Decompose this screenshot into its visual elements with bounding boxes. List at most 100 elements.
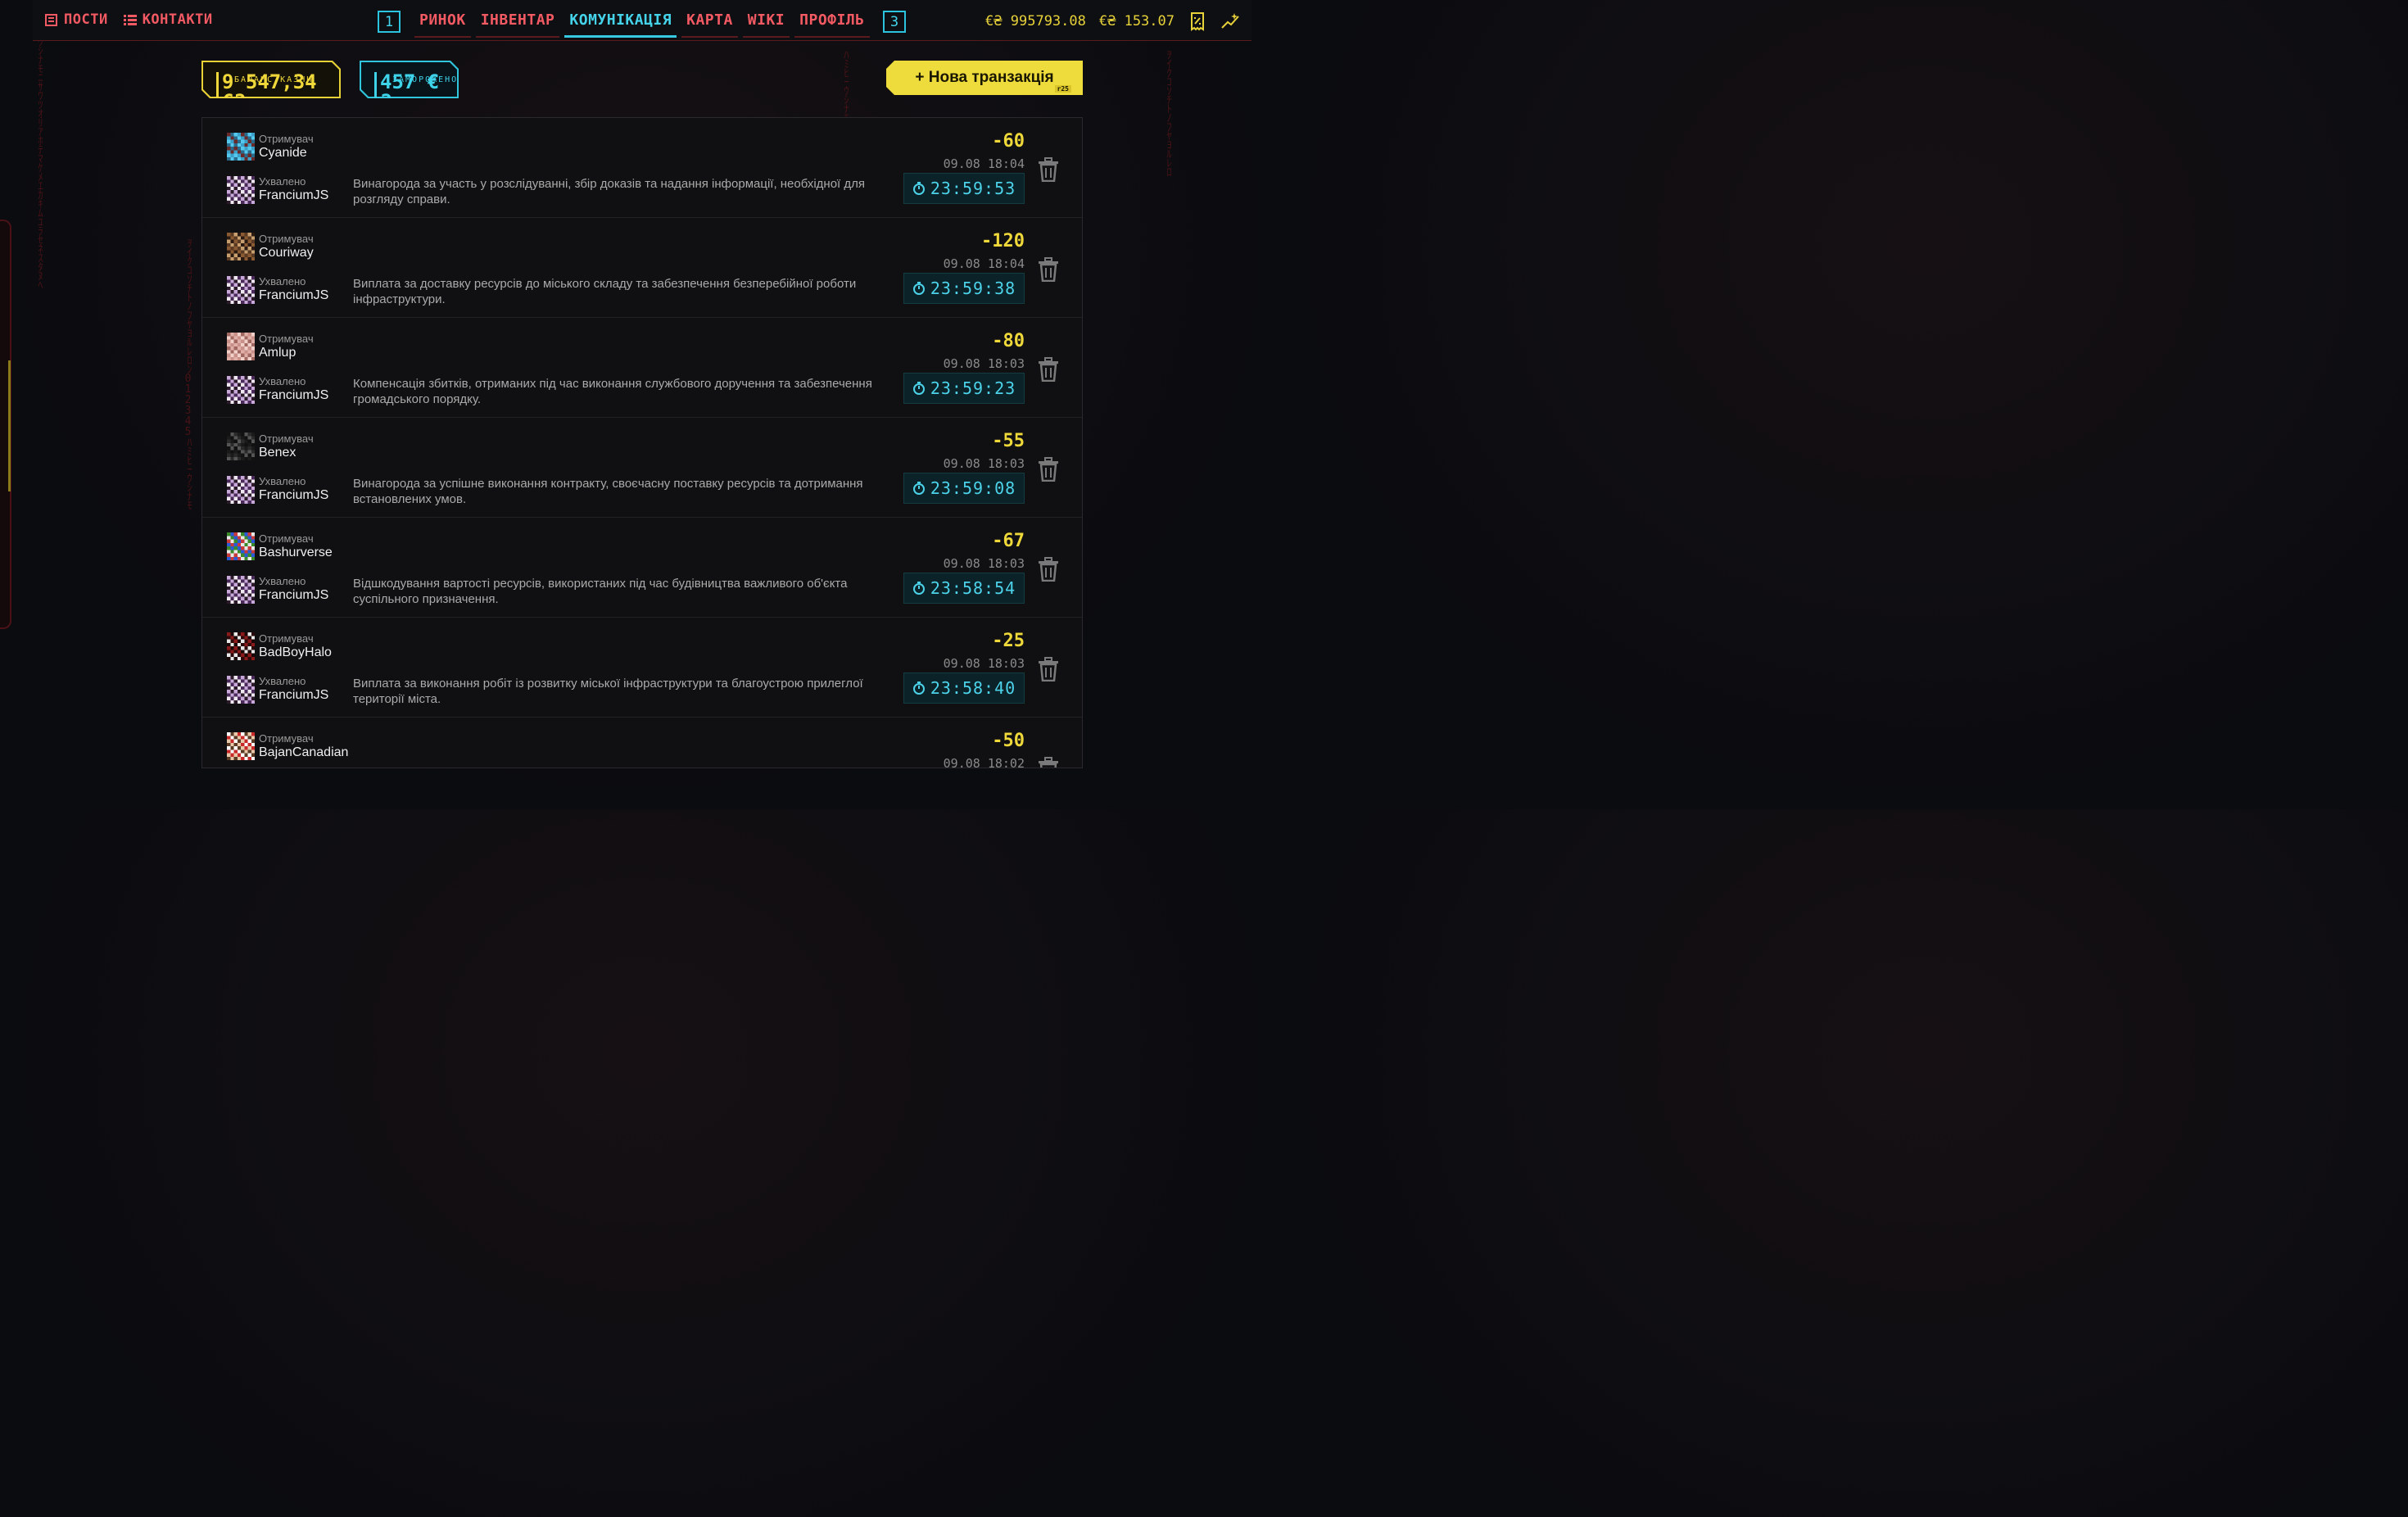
approver-name[interactable]: FranciumJS: [259, 487, 328, 503]
recipient-name[interactable]: Cyanide: [259, 145, 314, 161]
approver-avatar: [227, 676, 255, 704]
treasury-balance-label: БАЛАНС КАЗНИ: [234, 75, 314, 84]
timer-value: 23:58:40: [930, 678, 1016, 698]
tab-market[interactable]: РИНОК: [414, 11, 471, 38]
balances: €₴ 995793.08 €₴ 153.07: [985, 11, 1240, 31]
contacts-link-label: КОНТАКТИ: [142, 11, 213, 28]
treasury-balance-badge: БАЛАНС КАЗНИ 9 547,34 €₴: [201, 61, 341, 98]
recipient-name[interactable]: Amlup: [259, 345, 314, 360]
stopwatch-icon: [912, 682, 925, 695]
recipient-name[interactable]: BajanCanadian: [259, 745, 348, 760]
recipient-avatar: [227, 732, 255, 760]
delete-trash-icon[interactable]: [1038, 257, 1059, 282]
decorative-glyph-column: ｦｲｸｺｿﾁﾄﾉﾌﾔﾖﾙﾚﾛ: [1161, 49, 1173, 175]
recipient-avatar: [227, 133, 255, 161]
delete-trash-icon[interactable]: [1038, 157, 1059, 182]
transaction-row: Отримувач BadBoyHalo Ухвалено FranciumJS…: [202, 618, 1082, 718]
tab-map[interactable]: КАРТА: [681, 11, 738, 38]
recipient-name[interactable]: Bashurverse: [259, 545, 333, 560]
transaction-timer: 23:59:53: [903, 173, 1025, 204]
recipient-caption: Отримувач: [259, 732, 314, 745]
transaction-description: Винагорода за участь у розслідуванні, зб…: [353, 177, 866, 206]
delete-trash-icon[interactable]: [1038, 357, 1059, 382]
transaction-list: Отримувач Cyanide Ухвалено FranciumJS Ви…: [201, 117, 1083, 768]
approver-avatar: [227, 276, 255, 304]
transaction-amount: -25: [992, 631, 1025, 651]
transaction-row: Отримувач Benex Ухвалено FranciumJS Вина…: [202, 418, 1082, 518]
top-left-links: ПОСТИ КОНТАКТИ: [44, 11, 213, 28]
discount-icon[interactable]: [1188, 11, 1207, 31]
tab-inventory[interactable]: ІНВЕНТАР: [475, 11, 560, 38]
contacts-link[interactable]: КОНТАКТИ: [123, 11, 213, 28]
transaction-timer: 23:59:38: [903, 273, 1025, 304]
transaction-timer: 23:58:40: [903, 672, 1025, 704]
decorative-glyph-column: ｦｲｸｺｿﾁﾄﾉﾌﾔﾖﾙﾚﾛﾝ012345ﾊﾐﾋｰｳｼﾅﾓ: [182, 238, 193, 509]
delete-trash-icon[interactable]: [1038, 557, 1059, 582]
timer-value: 23:59:23: [930, 378, 1016, 398]
approver-name[interactable]: FranciumJS: [259, 587, 328, 603]
recipient-caption: Отримувач: [259, 233, 314, 245]
approver-block: Ухвалено FranciumJS: [259, 675, 328, 703]
approver-avatar: [227, 576, 255, 604]
approver-avatar: [227, 176, 255, 204]
posts-link-label: ПОСТИ: [64, 11, 108, 28]
frozen-label: ЗАМОРОЖЕНО: [392, 75, 459, 84]
approver-name[interactable]: FranciumJS: [259, 387, 328, 403]
recipient-caption: Отримувач: [259, 432, 314, 445]
main-tabs: РИНОК ІНВЕНТАР КОМУНІКАЦІЯ КАРТА WIKI ПР…: [414, 11, 870, 38]
sparkles-chart-icon[interactable]: [1220, 11, 1240, 31]
recipient-avatar: [227, 632, 255, 660]
recipient-name[interactable]: BadBoyHalo: [259, 645, 332, 660]
recipient-block: Отримувач Amlup: [259, 333, 314, 360]
delete-trash-icon[interactable]: [1038, 457, 1059, 482]
recipient-name[interactable]: Couriway: [259, 245, 314, 260]
tab-profile[interactable]: ПРОФІЛЬ: [794, 11, 870, 38]
decorative-glyph-column: ﾊﾐﾋｰｳｼﾅﾓﾆｻﾜﾂｵﾘｱﾎﾃﾏｹﾒｴｶｷﾑﾕﾗｾﾈｽﾀﾇﾍ: [33, 0, 44, 288]
delete-trash-icon[interactable]: [1038, 657, 1059, 682]
main-balance: €₴ 995793.08: [985, 13, 1086, 29]
approver-name[interactable]: FranciumJS: [259, 288, 328, 303]
recipient-block: Отримувач Cyanide: [259, 133, 314, 161]
transaction-row: Отримувач Bashurverse Ухвалено FranciumJ…: [202, 518, 1082, 618]
transaction-timer: 23:59:23: [903, 373, 1025, 404]
recipient-block: Отримувач BajanCanadian: [259, 732, 348, 760]
recipient-avatar: [227, 233, 255, 260]
recipient-block: Отримувач Couriway: [259, 233, 314, 260]
posts-link[interactable]: ПОСТИ: [44, 11, 108, 28]
secondary-balance: €₴ 153.07: [1098, 13, 1175, 29]
transaction-description: Винагорода за успішне виконання контракт…: [353, 477, 863, 506]
transaction-row: Отримувач BajanCanadian -50 09.08 18:02: [202, 718, 1082, 768]
recipient-caption: Отримувач: [259, 532, 314, 545]
transaction-date: 09.08 18:04: [943, 256, 1025, 271]
tab-communication[interactable]: КОМУНІКАЦІЯ: [564, 11, 677, 38]
delete-trash-icon[interactable]: [1038, 757, 1059, 768]
transaction-description: Відшкодування вартості ресурсів, викорис…: [353, 577, 848, 606]
newspaper-icon: [45, 14, 57, 26]
transaction-date: 09.08 18:03: [943, 656, 1025, 671]
transaction-date: 09.08 18:02: [943, 756, 1025, 768]
new-transaction-button[interactable]: + Нова транзакція r25: [886, 61, 1083, 95]
timer-value: 23:59:08: [930, 478, 1016, 498]
recipient-name[interactable]: Benex: [259, 445, 314, 460]
recipient-avatar: [227, 333, 255, 360]
frozen-badge: ЗАМОРОЖЕНО 457 €₴: [360, 61, 459, 98]
timer-value: 23:59:53: [930, 179, 1016, 198]
approver-name[interactable]: FranciumJS: [259, 687, 328, 703]
tab-prev-key-hint[interactable]: 1: [378, 11, 401, 33]
approver-name[interactable]: FranciumJS: [259, 188, 328, 203]
transaction-date: 09.08 18:03: [943, 356, 1025, 371]
stopwatch-icon: [912, 282, 925, 295]
stopwatch-icon: [912, 182, 925, 195]
approver-caption: Ухвалено: [259, 175, 306, 188]
approver-block: Ухвалено FranciumJS: [259, 375, 328, 403]
timer-value: 23:58:54: [930, 578, 1016, 598]
approver-avatar: [227, 376, 255, 404]
timer-value: 23:59:38: [930, 278, 1016, 298]
transaction-timer: 23:59:08: [903, 473, 1025, 504]
stopwatch-icon: [912, 582, 925, 595]
recipient-caption: Отримувач: [259, 133, 314, 145]
tab-next-key-hint[interactable]: 3: [883, 11, 906, 33]
new-transaction-tag: r25: [1055, 85, 1071, 93]
transaction-amount: -50: [992, 731, 1025, 751]
tab-wiki[interactable]: WIKI: [742, 11, 790, 38]
